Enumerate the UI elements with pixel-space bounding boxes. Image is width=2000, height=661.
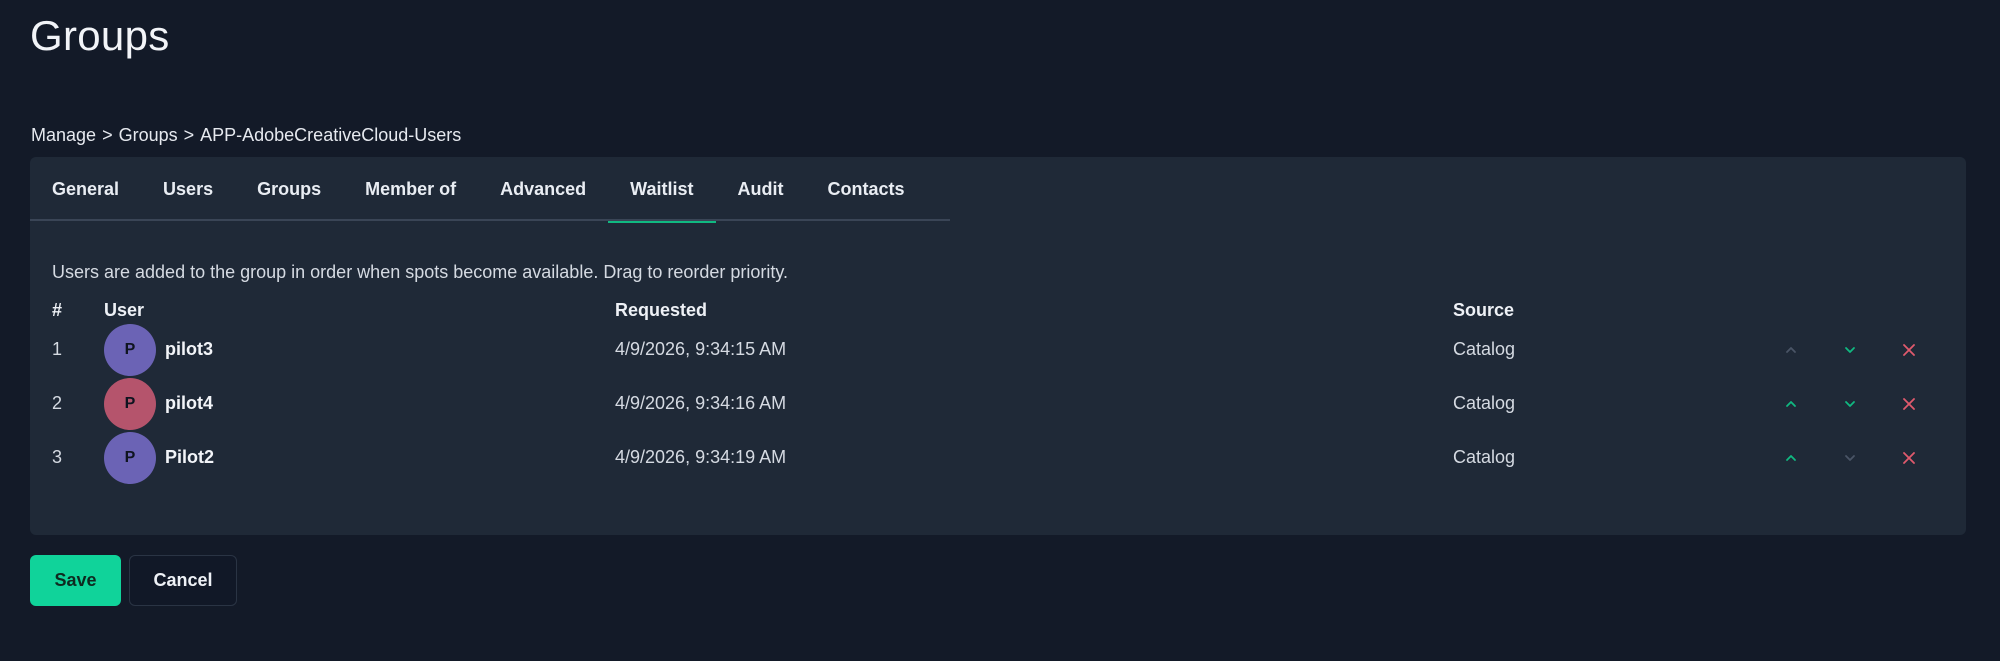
breadcrumb-item-groups[interactable]: Groups <box>119 125 178 145</box>
save-button[interactable]: Save <box>30 555 121 606</box>
chevron-up-icon <box>1786 401 1796 407</box>
avatar: P <box>104 324 156 376</box>
close-icon <box>1903 344 1915 356</box>
cancel-button[interactable]: Cancel <box>129 555 237 606</box>
tab-contacts[interactable]: Contacts <box>805 157 926 221</box>
tab-users[interactable]: Users <box>141 157 235 221</box>
breadcrumb-item-manage[interactable]: Manage <box>31 125 96 145</box>
move-down-button[interactable] <box>1836 390 1864 418</box>
user-name: pilot3 <box>165 339 213 359</box>
move-down-button[interactable] <box>1836 336 1864 364</box>
move-down-button[interactable] <box>1836 444 1864 472</box>
column-header-num: # <box>52 300 63 320</box>
chevron-down-icon <box>1845 401 1855 407</box>
remove-button[interactable] <box>1895 336 1923 364</box>
waitlist-hint: Users are added to the group in order wh… <box>52 262 789 282</box>
breadcrumb-separator: > <box>102 125 113 145</box>
close-icon <box>1903 398 1915 410</box>
tab-bar: General Users Groups Member of Advanced … <box>30 157 950 223</box>
chevron-up-icon <box>1786 455 1796 461</box>
breadcrumb-item-current: APP-AdobeCreativeCloud-Users <box>200 125 462 145</box>
table-row[interactable]: 3 P Pilot2 4/9/2026, 9:34:19 AM Catalog <box>30 432 1966 484</box>
remove-button[interactable] <box>1895 390 1923 418</box>
tab-waitlist[interactable]: Waitlist <box>608 157 716 223</box>
group-detail-panel: General Users Groups Member of Advanced … <box>30 157 1966 535</box>
requested-time: 4/9/2026, 9:34:16 AM <box>615 393 787 413</box>
breadcrumb-separator: > <box>183 125 195 145</box>
close-icon <box>1903 452 1915 464</box>
move-up-button[interactable] <box>1777 444 1805 472</box>
column-header-source: Source <box>1453 300 1515 320</box>
column-header-user: User <box>104 300 145 320</box>
breadcrumb: Manage > Groups > APP-AdobeCreativeCloud-Use… <box>31 125 461 146</box>
tab-audit[interactable]: Audit <box>716 157 806 221</box>
move-up-button[interactable] <box>1777 390 1805 418</box>
move-up-button[interactable] <box>1777 336 1805 364</box>
row-position: 3 <box>52 447 63 467</box>
table-row[interactable]: 1 P pilot3 4/9/2026, 9:34:15 AM Catalog <box>30 324 1966 376</box>
source-label: Catalog <box>1453 447 1516 467</box>
chevron-up-icon <box>1786 347 1796 353</box>
tab-groups[interactable]: Groups <box>235 157 343 221</box>
user-name: pilot4 <box>165 393 213 413</box>
avatar: P <box>104 378 156 430</box>
user-name: Pilot2 <box>165 447 215 467</box>
remove-button[interactable] <box>1895 444 1923 472</box>
chevron-down-icon <box>1845 455 1855 461</box>
tab-member-of[interactable]: Member of <box>343 157 478 221</box>
source-label: Catalog <box>1453 339 1516 359</box>
requested-time: 4/9/2026, 9:34:19 AM <box>615 447 787 467</box>
avatar: P <box>104 432 156 484</box>
tab-general[interactable]: General <box>30 157 141 221</box>
source-label: Catalog <box>1453 393 1516 413</box>
row-position: 1 <box>52 339 63 359</box>
table-row[interactable]: 2 P pilot4 4/9/2026, 9:34:16 AM Catalog <box>30 378 1966 430</box>
chevron-down-icon <box>1845 347 1855 353</box>
page-title: Groups <box>30 12 170 59</box>
row-position: 2 <box>52 393 63 413</box>
column-header-requested: Requested <box>615 300 708 320</box>
tab-advanced[interactable]: Advanced <box>478 157 608 221</box>
requested-time: 4/9/2026, 9:34:15 AM <box>615 339 787 359</box>
